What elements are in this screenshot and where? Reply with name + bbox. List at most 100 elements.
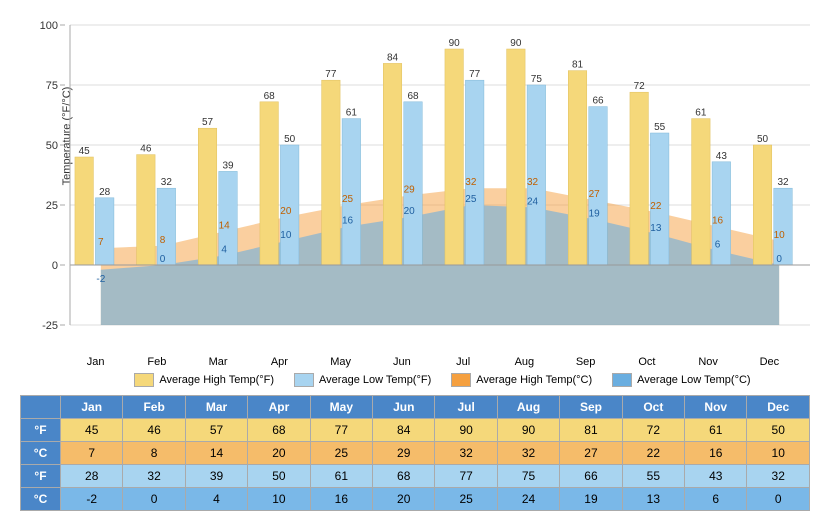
svg-text:57: 57 (202, 117, 214, 128)
x-axis-month-label: Apr (249, 356, 310, 368)
svg-text:20: 20 (280, 206, 292, 217)
table-col-header: Jun (373, 396, 435, 419)
table-cell: 16 (685, 442, 747, 465)
table-cell: 6 (685, 488, 747, 511)
table-cell: 0 (747, 488, 810, 511)
table-cell: 43 (685, 465, 747, 488)
svg-text:6: 6 (715, 240, 721, 251)
x-axis-month-label: Mar (188, 356, 249, 368)
table-cell: 50 (248, 465, 310, 488)
legend-label: Average Low Temp(°C) (637, 374, 750, 386)
svg-text:39: 39 (222, 160, 234, 171)
x-axis-month-label: Nov (678, 356, 739, 368)
table-col-header: Mar (185, 396, 247, 419)
svg-text:16: 16 (342, 216, 354, 227)
legend-swatch (451, 373, 471, 387)
svg-text:25: 25 (465, 194, 477, 205)
table-cell: 55 (622, 465, 684, 488)
table-cell: 66 (560, 465, 622, 488)
legend-label: Average High Temp(°C) (476, 374, 592, 386)
table-col-header: Oct (622, 396, 684, 419)
svg-text:77: 77 (469, 69, 481, 80)
table-empty-header (21, 396, 61, 419)
svg-text:19: 19 (589, 208, 601, 219)
table-cell: 27 (560, 442, 622, 465)
svg-text:90: 90 (449, 38, 461, 49)
table-cell: 29 (373, 442, 435, 465)
svg-text:66: 66 (592, 96, 604, 107)
x-axis-month-label: Jun (371, 356, 432, 368)
table-col-header: Feb (123, 396, 185, 419)
legend: Average High Temp(°F) Average Low Temp(°F… (65, 373, 820, 387)
svg-text:55: 55 (654, 122, 666, 133)
svg-text:100: 100 (40, 20, 58, 32)
table-cell: 25 (310, 442, 372, 465)
svg-text:45: 45 (79, 146, 91, 157)
svg-text:8: 8 (160, 235, 166, 246)
table-cell: 0 (123, 488, 185, 511)
x-axis-month-label: Dec (739, 356, 800, 368)
table-cell: 68 (248, 419, 310, 442)
table-col-header: Dec (747, 396, 810, 419)
svg-text:0: 0 (160, 254, 166, 265)
svg-text:61: 61 (695, 108, 707, 119)
svg-text:4: 4 (221, 244, 227, 255)
table-cell: 77 (435, 465, 497, 488)
svg-text:50: 50 (284, 134, 296, 145)
table-cell: 45 (61, 419, 123, 442)
table-cell: 81 (560, 419, 622, 442)
x-axis-month-label: Jul (433, 356, 494, 368)
table-cell: 61 (310, 465, 372, 488)
table-cell: 32 (435, 442, 497, 465)
legend-label: Average Low Temp(°F) (319, 374, 431, 386)
svg-text:50: 50 (757, 134, 769, 145)
table-col-header: Nov (685, 396, 747, 419)
table-cell: 14 (185, 442, 247, 465)
legend-swatch (134, 373, 154, 387)
table-cell: 32 (747, 465, 810, 488)
svg-text:68: 68 (407, 91, 419, 102)
table-cell: 32 (123, 465, 185, 488)
svg-text:-25: -25 (42, 320, 58, 332)
table-cell: 68 (373, 465, 435, 488)
table-cell: 90 (497, 419, 559, 442)
svg-text:0: 0 (52, 260, 58, 272)
table-cell: 77 (310, 419, 372, 442)
legend-item: Average High Temp(°C) (451, 373, 592, 387)
table-cell: 13 (622, 488, 684, 511)
table-row-unit: °F (21, 465, 61, 488)
table-cell: 4 (185, 488, 247, 511)
legend-item: Average Low Temp(°C) (612, 373, 750, 387)
y-axis: -250255075100 (10, 10, 65, 350)
table-col-header: May (310, 396, 372, 419)
table-cell: 8 (123, 442, 185, 465)
svg-text:75: 75 (531, 74, 543, 85)
table-cell: 90 (435, 419, 497, 442)
main-chart: 4546576877849090817261502832395061687775… (65, 10, 820, 350)
svg-text:14: 14 (219, 220, 231, 231)
legend-item: Average Low Temp(°F) (294, 373, 431, 387)
svg-text:-2: -2 (96, 274, 105, 285)
table-cell: 7 (61, 442, 123, 465)
svg-text:75: 75 (46, 80, 58, 92)
svg-text:16: 16 (712, 216, 724, 227)
x-axis-month-label: May (310, 356, 371, 368)
svg-text:50: 50 (46, 140, 58, 152)
svg-text:28: 28 (99, 187, 111, 198)
svg-text:77: 77 (325, 69, 337, 80)
svg-text:46: 46 (140, 144, 152, 155)
table-col-header: Jul (435, 396, 497, 419)
table-cell: 16 (310, 488, 372, 511)
svg-text:61: 61 (346, 108, 358, 119)
svg-text:13: 13 (650, 223, 662, 234)
legend-label: Average High Temp(°F) (159, 374, 274, 386)
legend-item: Average High Temp(°F) (134, 373, 274, 387)
table-cell: 72 (622, 419, 684, 442)
table-cell: 20 (248, 442, 310, 465)
table-col-header: Jan (61, 396, 123, 419)
table-cell: 50 (747, 419, 810, 442)
table-cell: 20 (373, 488, 435, 511)
table-row-unit: °C (21, 442, 61, 465)
table-cell: 75 (497, 465, 559, 488)
svg-text:7: 7 (98, 237, 104, 248)
